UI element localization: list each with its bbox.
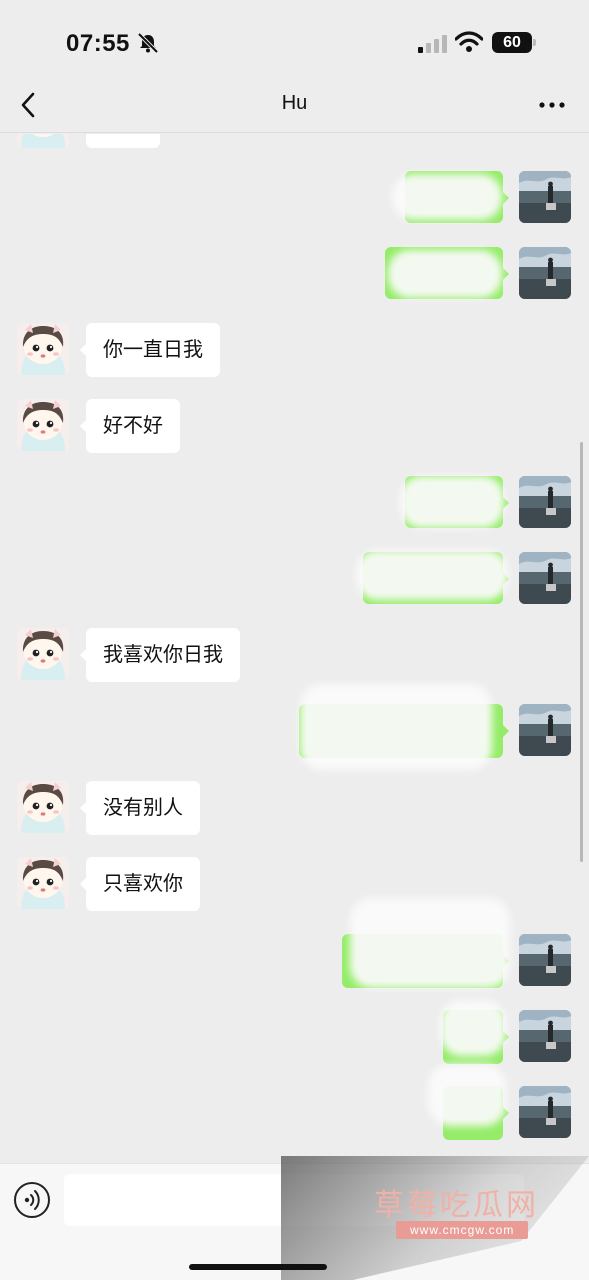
redaction-mark (392, 174, 502, 220)
signal-icon (418, 35, 447, 53)
wifi-icon (455, 31, 483, 52)
my-avatar[interactable] (519, 1010, 571, 1062)
watermark-text: 草莓吃瓜网 (374, 1188, 539, 1223)
contact-avatar[interactable] (17, 628, 69, 680)
scrollbar[interactable] (580, 442, 583, 862)
redaction-mark (356, 550, 508, 600)
bell-muted-icon (137, 32, 159, 54)
contact-avatar[interactable] (17, 399, 69, 451)
redaction-mark (388, 250, 502, 298)
status-bar: 07:55 60 (0, 0, 589, 88)
redaction-mark (350, 898, 510, 988)
message-bubble-incoming[interactable]: 你一直日我 (80, 323, 220, 377)
message-bubble-incoming[interactable]: 没有别人 (80, 781, 200, 835)
contact-avatar[interactable] (17, 323, 69, 375)
contact-avatar[interactable] (17, 781, 69, 833)
redaction-mark (400, 476, 504, 528)
voice-icon (24, 1190, 40, 1210)
contact-avatar[interactable] (17, 134, 69, 148)
my-avatar[interactable] (519, 934, 571, 986)
status-time: 07:55 (66, 30, 130, 57)
home-indicator[interactable] (189, 1264, 327, 1270)
battery-indicator: 60 (492, 32, 536, 53)
my-avatar[interactable] (519, 247, 571, 299)
voice-input-button[interactable] (14, 1182, 50, 1218)
redaction-mark (428, 1064, 506, 1126)
input-bar: 草莓吃瓜网 www.cmcgw.com (0, 1156, 589, 1280)
message-bubble-incoming[interactable]: 只喜欢你 (80, 857, 200, 911)
redaction-mark (440, 1000, 506, 1056)
redaction-mark (300, 684, 492, 770)
my-avatar[interactable] (519, 704, 571, 756)
contact-avatar[interactable] (17, 857, 69, 909)
my-avatar[interactable] (519, 552, 571, 604)
my-avatar[interactable] (519, 476, 571, 528)
message-bubble-incoming[interactable]: 好不好 (80, 399, 180, 453)
my-avatar[interactable] (519, 1086, 571, 1138)
more-options-icon[interactable] (538, 98, 566, 112)
message-bubble-incoming-partial[interactable] (86, 134, 160, 148)
message-list[interactable]: 你一直日我 好不好 我喜欢你日我 没有别人 只喜欢你 (0, 134, 589, 1162)
message-bubble-incoming[interactable]: 我喜欢你日我 (80, 628, 240, 682)
chat-title: Hu (281, 92, 308, 114)
my-avatar[interactable] (519, 171, 571, 223)
nav-bar: Hu (0, 78, 589, 133)
watermark-url: www.cmcgw.com (396, 1221, 529, 1239)
